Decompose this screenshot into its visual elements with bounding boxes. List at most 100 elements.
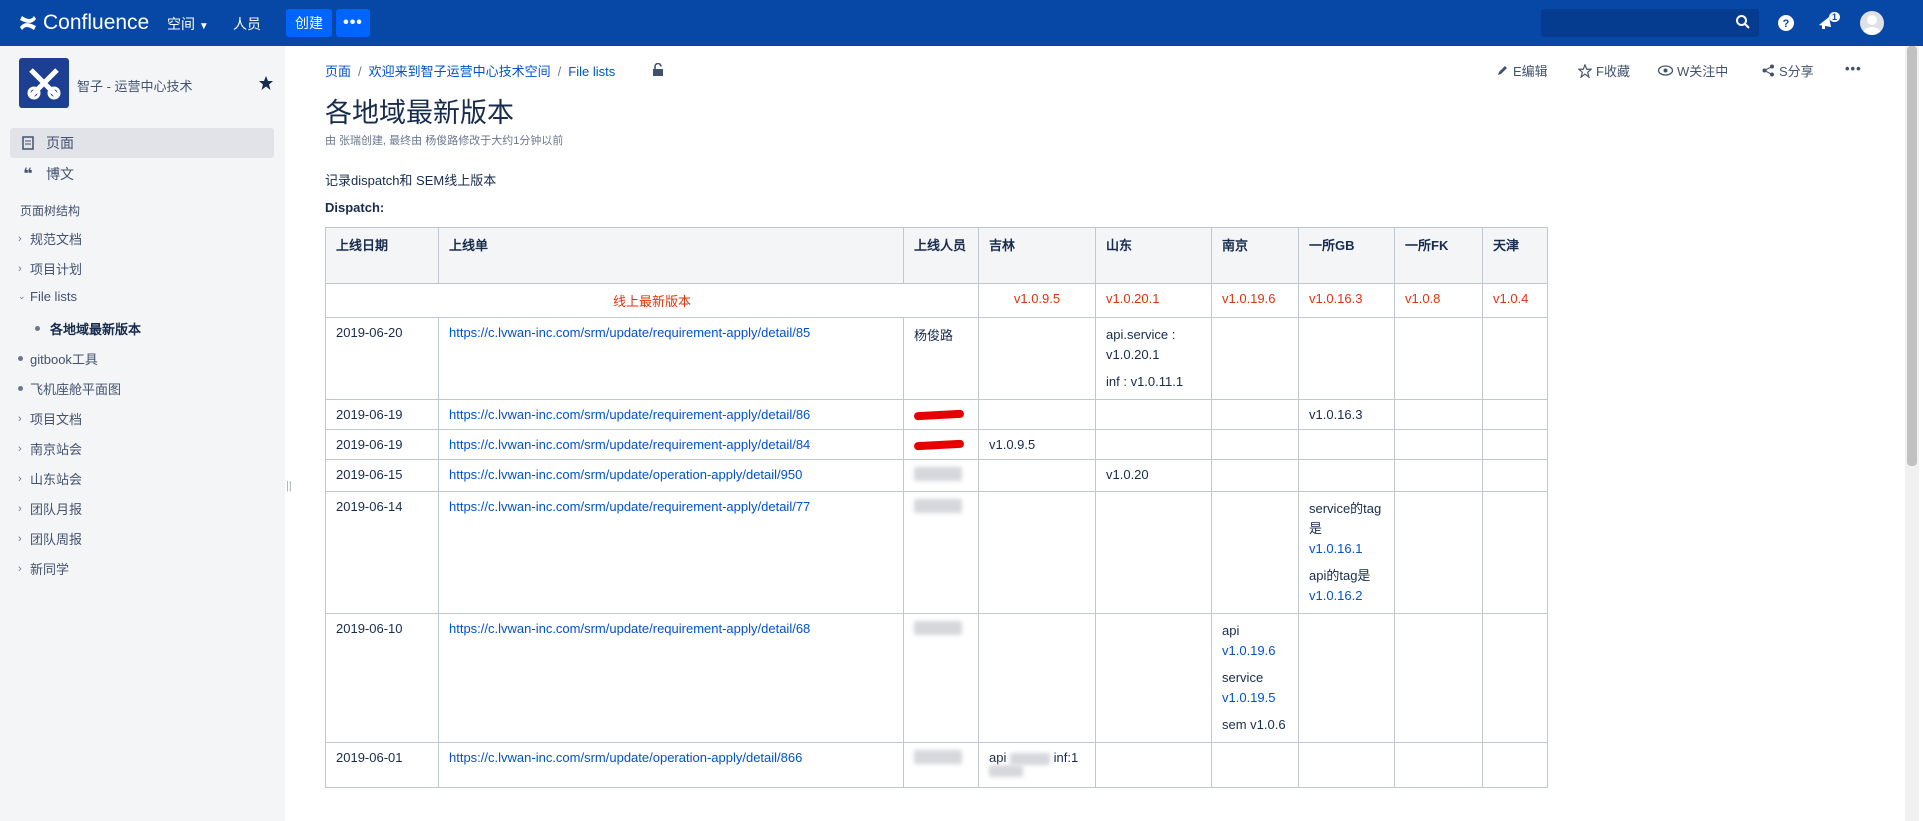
shandong-cell: api.service : v1.0.20.1 inf : v1.0.11.1 — [1095, 317, 1212, 400]
tree-item-label: 规范文档 — [30, 232, 83, 247]
version-note: sem v1.0.6 — [1222, 717, 1286, 732]
tree-item[interactable]: gitbook工具 — [18, 349, 98, 368]
edit-button[interactable]: E编辑 — [1496, 61, 1548, 80]
redaction-mark — [913, 409, 965, 421]
column-header: 天津 — [1482, 227, 1548, 284]
unlock-icon[interactable] — [652, 63, 664, 76]
sidebar-item-blog[interactable]: ❝ 博文 — [10, 159, 274, 189]
breadcrumb-item[interactable]: 欢迎来到智子运营中心技术空间 — [369, 64, 551, 79]
tree-item[interactable]: › 南京站会 — [18, 439, 82, 458]
link-cell: https://c.lvwan-inc.com/srm/update/opera… — [438, 742, 904, 788]
breadcrumb-item[interactable]: File lists — [568, 64, 615, 79]
release-link[interactable]: https://c.lvwan-inc.com/srm/update/requi… — [449, 437, 810, 452]
version-table: 上线日期 上线单 上线人员 吉林 山东 南京 一所GB 一所FK 天津 线上最新… — [325, 227, 1548, 788]
nanjing-cell — [1211, 317, 1299, 400]
confluence-icon — [20, 16, 36, 30]
space-logo[interactable] — [19, 58, 69, 108]
confluence-logo[interactable]: Confluence — [18, 11, 149, 35]
column-header: 上线单 — [438, 227, 904, 284]
breadcrumb: 页面 / 欢迎来到智子运营中心技术空间 / File lists — [325, 61, 615, 80]
latest-version-cell: v1.0.8 — [1394, 283, 1483, 318]
release-link[interactable]: https://c.lvwan-inc.com/srm/update/requi… — [449, 499, 810, 514]
release-link[interactable]: https://c.lvwan-inc.com/srm/update/requi… — [449, 325, 810, 340]
date-cell: 2019-06-20 — [325, 317, 439, 400]
tree-item[interactable]: › 团队周报 — [18, 529, 82, 548]
tree-item[interactable]: › 团队月报 — [18, 499, 82, 518]
more-actions-button[interactable]: ••• — [1845, 61, 1862, 76]
share-button[interactable]: S分享 — [1762, 61, 1814, 80]
jilin-cell — [978, 459, 1096, 492]
link-cell: https://c.lvwan-inc.com/srm/update/requi… — [438, 317, 904, 400]
jilin-cell — [978, 317, 1096, 400]
date-cell: 2019-06-15 — [325, 459, 439, 492]
create-more-button[interactable]: ••• — [336, 9, 370, 37]
notification-count-badge: 1 — [1829, 12, 1841, 22]
tree-item[interactable]: 飞机座舱平面图 — [18, 379, 121, 398]
save-for-later-button[interactable]: F收藏 — [1578, 61, 1630, 80]
search-input[interactable] — [1541, 9, 1759, 37]
gb-cell — [1298, 429, 1395, 460]
eye-icon — [1658, 65, 1673, 76]
page-scrollbar-thumb[interactable] — [1907, 46, 1917, 466]
tianjin-cell — [1482, 491, 1548, 614]
tree-item-current[interactable]: 各地域最新版本 — [32, 319, 141, 338]
create-button[interactable]: 创建 — [286, 9, 332, 37]
table-row: 2019-06-15 https://c.lvwan-inc.com/srm/u… — [325, 459, 1548, 492]
tree-item[interactable]: › 新同学 — [18, 559, 69, 578]
blurred-name — [914, 621, 962, 635]
table-row: 2019-06-19 https://c.lvwan-inc.com/srm/u… — [325, 399, 1548, 430]
release-link[interactable]: https://c.lvwan-inc.com/srm/update/opera… — [449, 467, 802, 482]
chevron-right-icon: › — [18, 442, 22, 455]
release-link[interactable]: https://c.lvwan-inc.com/srm/update/opera… — [449, 750, 802, 765]
blurred-name — [914, 499, 962, 513]
user-avatar[interactable] — [1860, 11, 1884, 35]
sidebar-item-label: 博文 — [46, 166, 74, 182]
release-link[interactable]: https://c.lvwan-inc.com/srm/update/requi… — [449, 621, 810, 636]
search-icon — [1736, 15, 1750, 29]
column-header: 山东 — [1095, 227, 1212, 284]
column-header: 一所GB — [1298, 227, 1395, 284]
latest-version-cell: v1.0.9.5 — [978, 283, 1096, 318]
column-header: 上线日期 — [325, 227, 439, 284]
tianjin-cell — [1482, 429, 1548, 460]
page-description: 记录dispatch和 SEM线上版本 — [325, 173, 497, 188]
pencil-icon — [1498, 66, 1507, 75]
space-name[interactable]: 智子 - 运营中心技术 — [77, 76, 193, 95]
star-icon[interactable] — [258, 75, 274, 91]
tree-item[interactable]: › 规范文档 — [18, 229, 82, 248]
table-row: 2019-06-19 https://c.lvwan-inc.com/srm/u… — [325, 429, 1548, 460]
tree-item[interactable]: › 项目计划 — [18, 259, 82, 278]
help-icon[interactable]: ? — [1777, 14, 1795, 32]
tree-item[interactable]: › 项目文档 — [18, 409, 82, 428]
breadcrumb-separator: / — [557, 64, 562, 79]
page-tree-heading: 页面树结构 — [20, 204, 81, 218]
column-header: 上线人员 — [903, 227, 979, 284]
sidebar-resize-handle[interactable]: || — [286, 480, 292, 492]
tree-item[interactable]: ⌄ File lists — [18, 289, 77, 304]
breadcrumb-item[interactable]: 页面 — [325, 64, 351, 79]
tianjin-cell — [1482, 459, 1548, 492]
person-cell-redacted — [903, 429, 979, 460]
release-link[interactable]: https://c.lvwan-inc.com/srm/update/requi… — [449, 407, 810, 422]
sidebar-item-pages[interactable]: 页面 — [10, 128, 274, 158]
version-note: inf : v1.0.11.1 — [1106, 374, 1184, 389]
chevron-right-icon: › — [18, 412, 22, 425]
watch-button[interactable]: W关注中 — [1658, 61, 1728, 80]
tree-item[interactable]: › 山东站会 — [18, 469, 82, 488]
quote-icon: ❝ — [23, 166, 33, 183]
page-title: 各地域最新版本 — [325, 98, 514, 128]
tree-item-label: 项目计划 — [30, 262, 83, 277]
note-text: service — [1222, 670, 1264, 685]
tree-item-label: 山东站会 — [30, 472, 83, 487]
share-label: S分享 — [1779, 64, 1814, 79]
link-cell: https://c.lvwan-inc.com/srm/update/requi… — [438, 429, 904, 460]
jilin-cell — [978, 399, 1096, 430]
latest-version-row: 线上最新版本 v1.0.9.5 v1.0.20.1 v1.0.19.6 v1.0… — [325, 283, 1548, 318]
spaces-menu[interactable]: 空间 ▼ — [167, 14, 209, 34]
fk-cell — [1394, 429, 1483, 460]
shandong-cell — [1095, 399, 1212, 430]
column-header: 吉林 — [978, 227, 1096, 284]
save-label: F收藏 — [1596, 64, 1630, 79]
gb-cell: v1.0.16.3 — [1298, 399, 1395, 430]
people-link[interactable]: 人员 — [233, 14, 261, 34]
